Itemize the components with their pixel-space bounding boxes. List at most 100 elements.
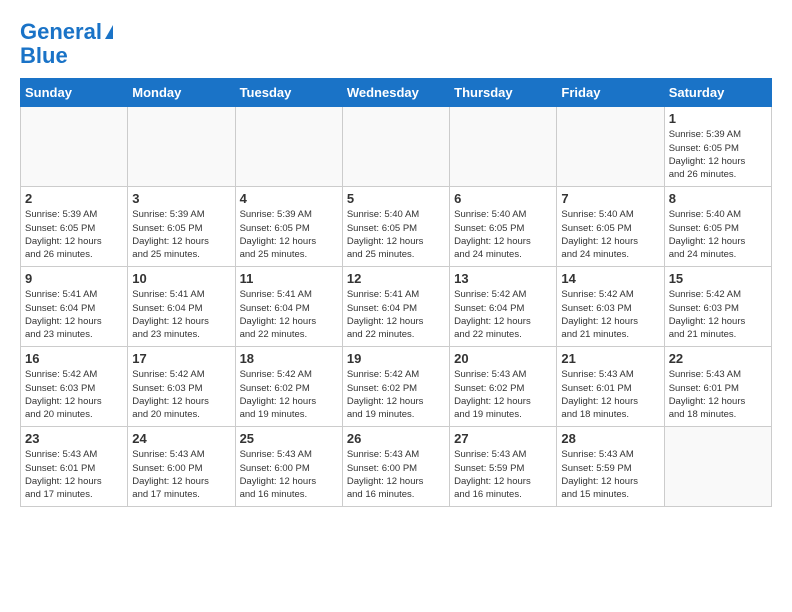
logo-icon-top (105, 25, 113, 39)
calendar-cell: 24 Sunrise: 5:43 AMSunset: 6:00 PMDayligh… (128, 427, 235, 507)
logo-text: General Blue (20, 20, 113, 68)
day-info: Sunrise: 5:41 AMSunset: 6:04 PMDaylight:… (132, 288, 230, 341)
day-number: 7 (561, 191, 659, 206)
calendar-cell: 9Sunrise: 5:41 AMSunset: 6:04 PMDaylight… (21, 267, 128, 347)
calendar-cell: 26 Sunrise: 5:43 AMSunset: 6:00 PMDayligh… (342, 427, 449, 507)
calendar-cell: 7 Sunrise: 5:40 AMSunset: 6:05 PMDaylight… (557, 187, 664, 267)
day-number: 25 (240, 431, 338, 446)
calendar-cell: 23 Sunrise: 5:43 AMSunset: 6:01 PMDayligh… (21, 427, 128, 507)
calendar-cell: 13 Sunrise: 5:42 AMSunset: 6:04 PMDayligh… (450, 267, 557, 347)
day-info: Sunrise: 5:42 AMSunset: 6:04 PMDaylight:… (454, 288, 552, 341)
day-number: 10 (132, 271, 230, 286)
day-number: 5 (347, 191, 445, 206)
day-number: 20 (454, 351, 552, 366)
calendar-cell (235, 107, 342, 187)
page-header: General Blue (20, 20, 772, 68)
day-info: Sunrise: 5:39 AMSunset: 6:05 PMDaylight:… (25, 208, 123, 261)
day-info: Sunrise: 5:41 AMSunset: 6:04 PMDaylight:… (240, 288, 338, 341)
weekday-header-wednesday: Wednesday (342, 79, 449, 107)
day-info: Sunrise: 5:40 AMSunset: 6:05 PMDaylight:… (561, 208, 659, 261)
calendar-cell: 2Sunrise: 5:39 AMSunset: 6:05 PMDaylight… (21, 187, 128, 267)
day-info: Sunrise: 5:41 AMSunset: 6:04 PMDaylight:… (347, 288, 445, 341)
day-number: 28 (561, 431, 659, 446)
calendar-cell (342, 107, 449, 187)
day-info: Sunrise: 5:43 AMSunset: 6:00 PMDaylight:… (132, 448, 230, 501)
weekday-header-sunday: Sunday (21, 79, 128, 107)
day-info: Sunrise: 5:42 AMSunset: 6:02 PMDaylight:… (347, 368, 445, 421)
day-number: 27 (454, 431, 552, 446)
day-number: 13 (454, 271, 552, 286)
calendar-cell: 3 Sunrise: 5:39 AMSunset: 6:05 PMDaylight… (128, 187, 235, 267)
day-number: 26 (347, 431, 445, 446)
weekday-header-tuesday: Tuesday (235, 79, 342, 107)
day-number: 15 (669, 271, 767, 286)
day-info: Sunrise: 5:43 AMSunset: 6:02 PMDaylight:… (454, 368, 552, 421)
weekday-header-thursday: Thursday (450, 79, 557, 107)
day-info: Sunrise: 5:42 AMSunset: 6:03 PMDaylight:… (132, 368, 230, 421)
day-info: Sunrise: 5:42 AMSunset: 6:02 PMDaylight:… (240, 368, 338, 421)
day-info: Sunrise: 5:43 AMSunset: 5:59 PMDaylight:… (454, 448, 552, 501)
day-number: 19 (347, 351, 445, 366)
calendar-cell: 25 Sunrise: 5:43 AMSunset: 6:00 PMDayligh… (235, 427, 342, 507)
day-info: Sunrise: 5:42 AMSunset: 6:03 PMDaylight:… (25, 368, 123, 421)
week-row-4: 16 Sunrise: 5:42 AMSunset: 6:03 PMDayligh… (21, 347, 772, 427)
day-number: 24 (132, 431, 230, 446)
day-info: Sunrise: 5:43 AMSunset: 6:00 PMDaylight:… (347, 448, 445, 501)
week-row-3: 9Sunrise: 5:41 AMSunset: 6:04 PMDaylight… (21, 267, 772, 347)
calendar-cell: 14Sunrise: 5:42 AMSunset: 6:03 PMDayligh… (557, 267, 664, 347)
day-number: 3 (132, 191, 230, 206)
weekday-header-saturday: Saturday (664, 79, 771, 107)
calendar-cell: 12 Sunrise: 5:41 AMSunset: 6:04 PMDayligh… (342, 267, 449, 347)
calendar-cell: 27 Sunrise: 5:43 AMSunset: 5:59 PMDayligh… (450, 427, 557, 507)
day-number: 23 (25, 431, 123, 446)
logo: General Blue (20, 20, 113, 68)
day-number: 17 (132, 351, 230, 366)
calendar-cell: 28 Sunrise: 5:43 AMSunset: 5:59 PMDayligh… (557, 427, 664, 507)
day-info: Sunrise: 5:43 AMSunset: 6:01 PMDaylight:… (25, 448, 123, 501)
calendar-cell: 21 Sunrise: 5:43 AMSunset: 6:01 PMDayligh… (557, 347, 664, 427)
day-info: Sunrise: 5:43 AMSunset: 6:01 PMDaylight:… (669, 368, 767, 421)
day-number: 4 (240, 191, 338, 206)
day-number: 6 (454, 191, 552, 206)
calendar-cell: 20 Sunrise: 5:43 AMSunset: 6:02 PMDayligh… (450, 347, 557, 427)
day-number: 14 (561, 271, 659, 286)
weekday-header-row: SundayMondayTuesdayWednesdayThursdayFrid… (21, 79, 772, 107)
day-number: 21 (561, 351, 659, 366)
calendar-cell: 17 Sunrise: 5:42 AMSunset: 6:03 PMDayligh… (128, 347, 235, 427)
day-info: Sunrise: 5:39 AMSunset: 6:05 PMDaylight:… (240, 208, 338, 261)
calendar-table: SundayMondayTuesdayWednesdayThursdayFrid… (20, 78, 772, 507)
day-info: Sunrise: 5:41 AMSunset: 6:04 PMDaylight:… (25, 288, 123, 341)
calendar-cell (128, 107, 235, 187)
calendar-cell (664, 427, 771, 507)
week-row-5: 23 Sunrise: 5:43 AMSunset: 6:01 PMDayligh… (21, 427, 772, 507)
calendar-cell: 10 Sunrise: 5:41 AMSunset: 6:04 PMDayligh… (128, 267, 235, 347)
day-number: 12 (347, 271, 445, 286)
calendar-cell (557, 107, 664, 187)
day-info: Sunrise: 5:40 AMSunset: 6:05 PMDaylight:… (669, 208, 767, 261)
calendar-cell: 19 Sunrise: 5:42 AMSunset: 6:02 PMDayligh… (342, 347, 449, 427)
weekday-header-monday: Monday (128, 79, 235, 107)
calendar-cell: 1Sunrise: 5:39 AMSunset: 6:05 PMDaylight… (664, 107, 771, 187)
calendar-cell: 8 Sunrise: 5:40 AMSunset: 6:05 PMDaylight… (664, 187, 771, 267)
day-number: 16 (25, 351, 123, 366)
week-row-1: 1Sunrise: 5:39 AMSunset: 6:05 PMDaylight… (21, 107, 772, 187)
calendar-cell: 18 Sunrise: 5:42 AMSunset: 6:02 PMDayligh… (235, 347, 342, 427)
day-number: 8 (669, 191, 767, 206)
week-row-2: 2Sunrise: 5:39 AMSunset: 6:05 PMDaylight… (21, 187, 772, 267)
calendar-cell: 11 Sunrise: 5:41 AMSunset: 6:04 PMDayligh… (235, 267, 342, 347)
day-number: 18 (240, 351, 338, 366)
calendar-cell: 4 Sunrise: 5:39 AMSunset: 6:05 PMDaylight… (235, 187, 342, 267)
day-number: 22 (669, 351, 767, 366)
calendar-cell: 15 Sunrise: 5:42 AMSunset: 6:03 PMDayligh… (664, 267, 771, 347)
day-number: 11 (240, 271, 338, 286)
calendar-cell: 22 Sunrise: 5:43 AMSunset: 6:01 PMDayligh… (664, 347, 771, 427)
day-info: Sunrise: 5:43 AMSunset: 5:59 PMDaylight:… (561, 448, 659, 501)
calendar-cell: 5 Sunrise: 5:40 AMSunset: 6:05 PMDaylight… (342, 187, 449, 267)
day-info: Sunrise: 5:43 AMSunset: 6:00 PMDaylight:… (240, 448, 338, 501)
day-info: Sunrise: 5:40 AMSunset: 6:05 PMDaylight:… (347, 208, 445, 261)
day-info: Sunrise: 5:42 AMSunset: 6:03 PMDaylight:… (669, 288, 767, 341)
calendar-cell: 16 Sunrise: 5:42 AMSunset: 6:03 PMDayligh… (21, 347, 128, 427)
day-info: Sunrise: 5:39 AMSunset: 6:05 PMDaylight:… (132, 208, 230, 261)
day-info: Sunrise: 5:43 AMSunset: 6:01 PMDaylight:… (561, 368, 659, 421)
calendar-cell: 6Sunrise: 5:40 AMSunset: 6:05 PMDaylight… (450, 187, 557, 267)
